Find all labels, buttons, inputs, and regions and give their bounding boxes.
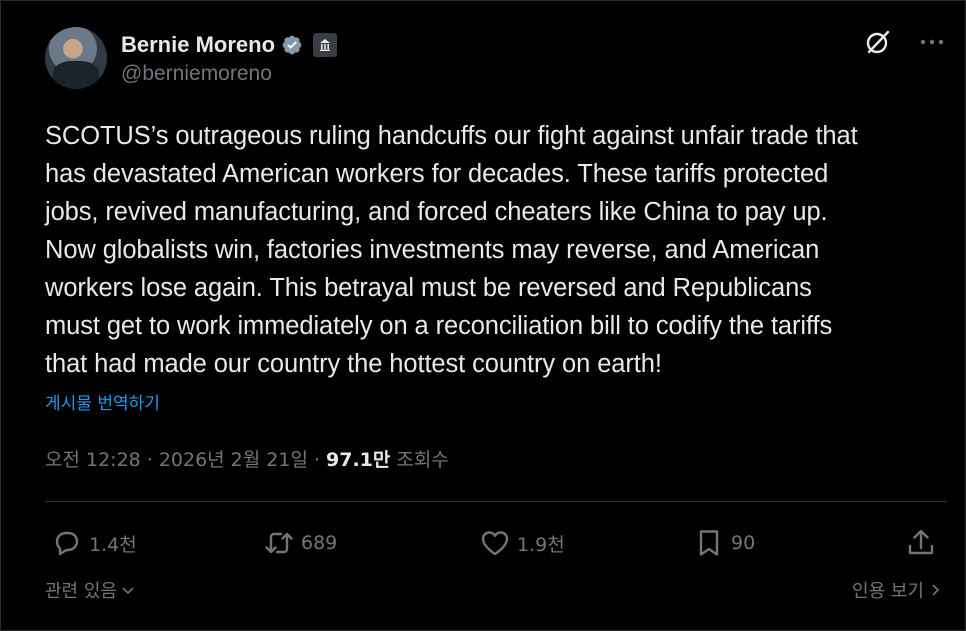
quotes-label: 인용 보기 (852, 581, 924, 602)
author-handle[interactable]: @berniemoreno (121, 62, 337, 86)
bookmark-icon (699, 530, 719, 556)
author-name-row: Bernie Moreno (121, 30, 338, 60)
author-display-name[interactable]: Bernie Moreno (121, 32, 275, 58)
reply-button[interactable]: 1.4천 (51, 523, 137, 563)
avatar[interactable] (45, 27, 107, 89)
more-dots-icon[interactable] (919, 29, 945, 55)
share-upload-icon (908, 529, 934, 555)
bookmark-count: 90 (731, 532, 756, 554)
chevron-down-icon (122, 587, 134, 595)
tweet-top-actions (863, 27, 945, 57)
share-button[interactable] (905, 523, 943, 563)
chevron-right-icon (932, 584, 940, 596)
reply-bubble-icon (55, 531, 79, 556)
grok-icon[interactable] (863, 27, 893, 57)
like-count: 1.9천 (517, 533, 565, 556)
related-posts-toggle[interactable]: 관련 있음 (45, 577, 136, 603)
tweet-detail-view: Bernie Moreno @berniemoreno SCOTUS’s out… (0, 0, 966, 631)
view-quotes-link[interactable]: 인용 보기 (852, 577, 943, 603)
views-label: 조회수 (396, 449, 449, 471)
tweet-header: Bernie Moreno @berniemoreno (45, 27, 338, 89)
related-label: 관련 있음 (45, 581, 117, 602)
repost-arrows-icon (265, 532, 293, 554)
translate-post-link[interactable]: 게시물 번역하기 (45, 389, 160, 414)
bookmark-button[interactable]: 90 (693, 523, 755, 563)
tweet-text: SCOTUS’s outrageous ruling handcuffs our… (45, 122, 858, 378)
repost-count: 689 (301, 532, 338, 554)
author-info: Bernie Moreno @berniemoreno (121, 30, 338, 86)
tweet-date[interactable]: 2026년 2월 21일 (159, 445, 308, 472)
heart-icon (481, 531, 509, 556)
tweet-action-bar: 1.4천 689 1.9천 90 (45, 523, 947, 563)
like-button[interactable]: 1.9천 (479, 523, 565, 563)
reply-count: 1.4천 (89, 533, 137, 556)
repost-button[interactable]: 689 (263, 523, 337, 563)
tweet-time[interactable]: 오전 12:28 (45, 445, 141, 472)
verified-badge-icon[interactable] (281, 34, 303, 56)
meta-separator: · (313, 449, 320, 471)
government-building-icon (313, 33, 338, 57)
tweet-meta: 오전 12:28 · 2026년 2월 21일 · 97.1만 조회수 (45, 445, 449, 472)
divider (45, 501, 947, 502)
meta-separator: · (146, 449, 153, 471)
views-count[interactable]: 97.1만 (326, 445, 390, 472)
